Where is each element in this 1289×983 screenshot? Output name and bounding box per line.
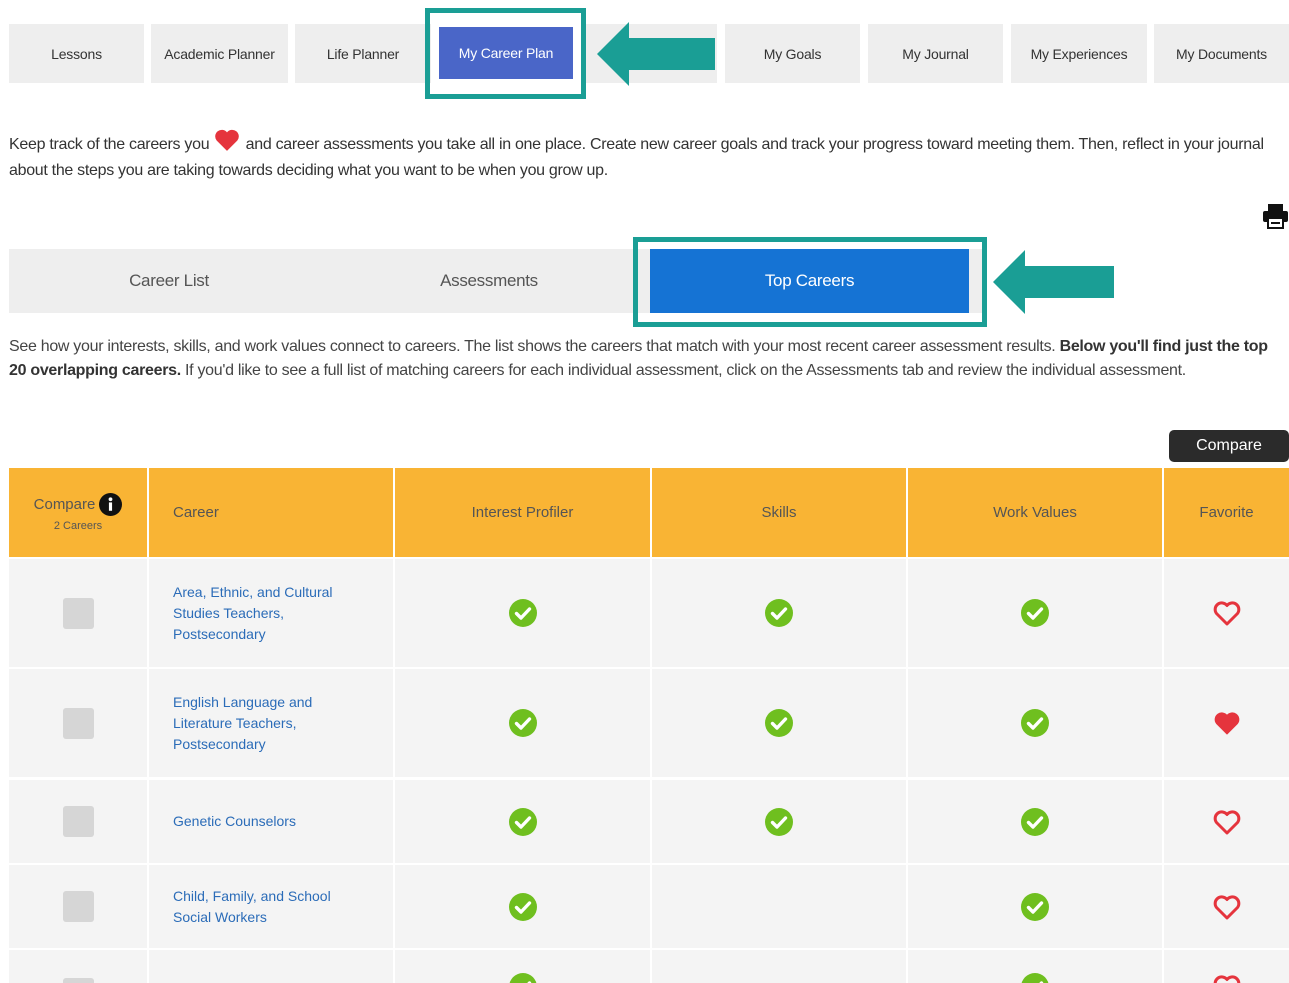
skills-cell bbox=[652, 780, 906, 863]
heart-outline-icon[interactable] bbox=[1212, 807, 1242, 837]
top-careers-description: See how your interests, skills, and work… bbox=[9, 338, 1268, 379]
check-icon bbox=[1021, 807, 1049, 836]
interest-cell bbox=[395, 865, 650, 948]
career-cell: Child, Family, and School Social Workers bbox=[149, 865, 393, 948]
skills-cell bbox=[652, 559, 906, 667]
header-compare-label: Compare bbox=[33, 496, 96, 513]
tab-my-journal[interactable]: My Journal bbox=[868, 24, 1003, 83]
heart-outline-icon[interactable] bbox=[1212, 598, 1242, 628]
favorite-cell bbox=[1164, 865, 1289, 948]
table-row: Genetic Counselors bbox=[9, 780, 1289, 863]
heart-icon bbox=[215, 129, 240, 151]
compare-checkbox[interactable] bbox=[62, 891, 94, 922]
career-cell: Genetic Counselors bbox=[149, 780, 393, 863]
interest-cell bbox=[395, 950, 650, 983]
career-link[interactable]: Genetic Counselors bbox=[173, 811, 296, 832]
career-link[interactable]: Area, Ethnic, and Cultural Studies Teach… bbox=[173, 582, 353, 645]
career-cell bbox=[149, 950, 393, 983]
arrow-left-icon bbox=[597, 22, 715, 86]
highlight-box-career-plan bbox=[425, 8, 586, 99]
interest-cell bbox=[395, 559, 650, 667]
print-icon[interactable] bbox=[1262, 203, 1289, 229]
subtab-career-list[interactable]: Career List bbox=[9, 249, 329, 313]
check-icon bbox=[765, 807, 793, 836]
header-interest-profiler: Interest Profiler bbox=[395, 468, 650, 557]
career-link[interactable]: Child, Family, and School Social Workers bbox=[173, 886, 353, 928]
skills-cell bbox=[652, 865, 906, 948]
intro-text: Keep track of the careers you and career… bbox=[9, 128, 1289, 184]
values-cell bbox=[908, 950, 1162, 983]
compare-cell bbox=[9, 780, 147, 863]
tab-lessons[interactable]: Lessons bbox=[9, 24, 144, 83]
heart-outline-icon[interactable] bbox=[1212, 892, 1242, 922]
values-cell bbox=[908, 865, 1162, 948]
values-cell bbox=[908, 559, 1162, 667]
favorite-cell bbox=[1164, 669, 1289, 777]
header-favorite: Favorite bbox=[1164, 468, 1289, 557]
compare-cell bbox=[9, 950, 147, 983]
header-career: Career bbox=[149, 468, 393, 557]
table-row: Area, Ethnic, and Cultural Studies Teach… bbox=[9, 559, 1289, 667]
subtab-assessments[interactable]: Assessments bbox=[329, 249, 649, 313]
info-icon[interactable] bbox=[99, 493, 123, 516]
header-compare-count: 2 Careers bbox=[53, 520, 103, 532]
check-icon bbox=[508, 709, 537, 737]
values-cell bbox=[908, 780, 1162, 863]
interest-cell bbox=[395, 669, 650, 777]
table-row bbox=[9, 950, 1289, 983]
arrow-left-icon bbox=[993, 250, 1114, 314]
favorite-cell bbox=[1164, 950, 1289, 983]
career-cell: Area, Ethnic, and Cultural Studies Teach… bbox=[149, 559, 393, 667]
tab-my-goals[interactable]: My Goals bbox=[725, 24, 860, 83]
values-cell bbox=[908, 669, 1162, 777]
check-icon bbox=[1021, 892, 1049, 921]
skills-cell bbox=[652, 669, 906, 777]
check-icon bbox=[765, 599, 793, 627]
tab-academic-planner[interactable]: Academic Planner bbox=[151, 24, 288, 83]
career-cell: English Language and Literature Teachers… bbox=[149, 669, 393, 777]
favorite-cell bbox=[1164, 559, 1289, 667]
tab-my-documents[interactable]: My Documents bbox=[1154, 24, 1289, 83]
compare-cell bbox=[9, 865, 147, 948]
header-compare: Compare 2 Careers bbox=[9, 468, 147, 557]
header-skills: Skills bbox=[652, 468, 906, 557]
check-icon bbox=[1021, 973, 1049, 983]
compare-checkbox[interactable] bbox=[62, 806, 94, 837]
compare-cell bbox=[9, 669, 147, 777]
tab-life-planner[interactable]: Life Planner bbox=[295, 24, 431, 83]
compare-checkbox[interactable] bbox=[62, 707, 94, 739]
highlight-box-top-careers bbox=[633, 237, 987, 327]
compare-button[interactable]: Compare bbox=[1169, 430, 1289, 462]
check-icon bbox=[1021, 709, 1049, 737]
check-icon bbox=[508, 807, 537, 836]
heart-outline-icon[interactable] bbox=[1212, 972, 1242, 983]
table-row: English Language and Literature Teachers… bbox=[9, 669, 1289, 777]
compare-checkbox[interactable] bbox=[62, 597, 94, 629]
table-header: Compare 2 Careers Career Interest Profil… bbox=[9, 468, 1289, 557]
favorite-cell bbox=[1164, 780, 1289, 863]
check-icon bbox=[509, 973, 536, 983]
header-work-values: Work Values bbox=[908, 468, 1162, 557]
check-icon bbox=[508, 599, 537, 627]
compare-checkbox[interactable] bbox=[62, 978, 94, 983]
check-icon bbox=[765, 709, 793, 737]
career-link[interactable]: English Language and Literature Teachers… bbox=[173, 692, 353, 755]
compare-cell bbox=[9, 559, 147, 667]
heart-filled-icon[interactable] bbox=[1212, 708, 1242, 738]
tab-my-experiences[interactable]: My Experiences bbox=[1011, 24, 1147, 83]
check-icon bbox=[1021, 599, 1049, 627]
interest-cell bbox=[395, 780, 650, 863]
skills-cell bbox=[652, 950, 906, 983]
check-icon bbox=[508, 892, 537, 921]
table-row: Child, Family, and School Social Workers bbox=[9, 865, 1289, 948]
